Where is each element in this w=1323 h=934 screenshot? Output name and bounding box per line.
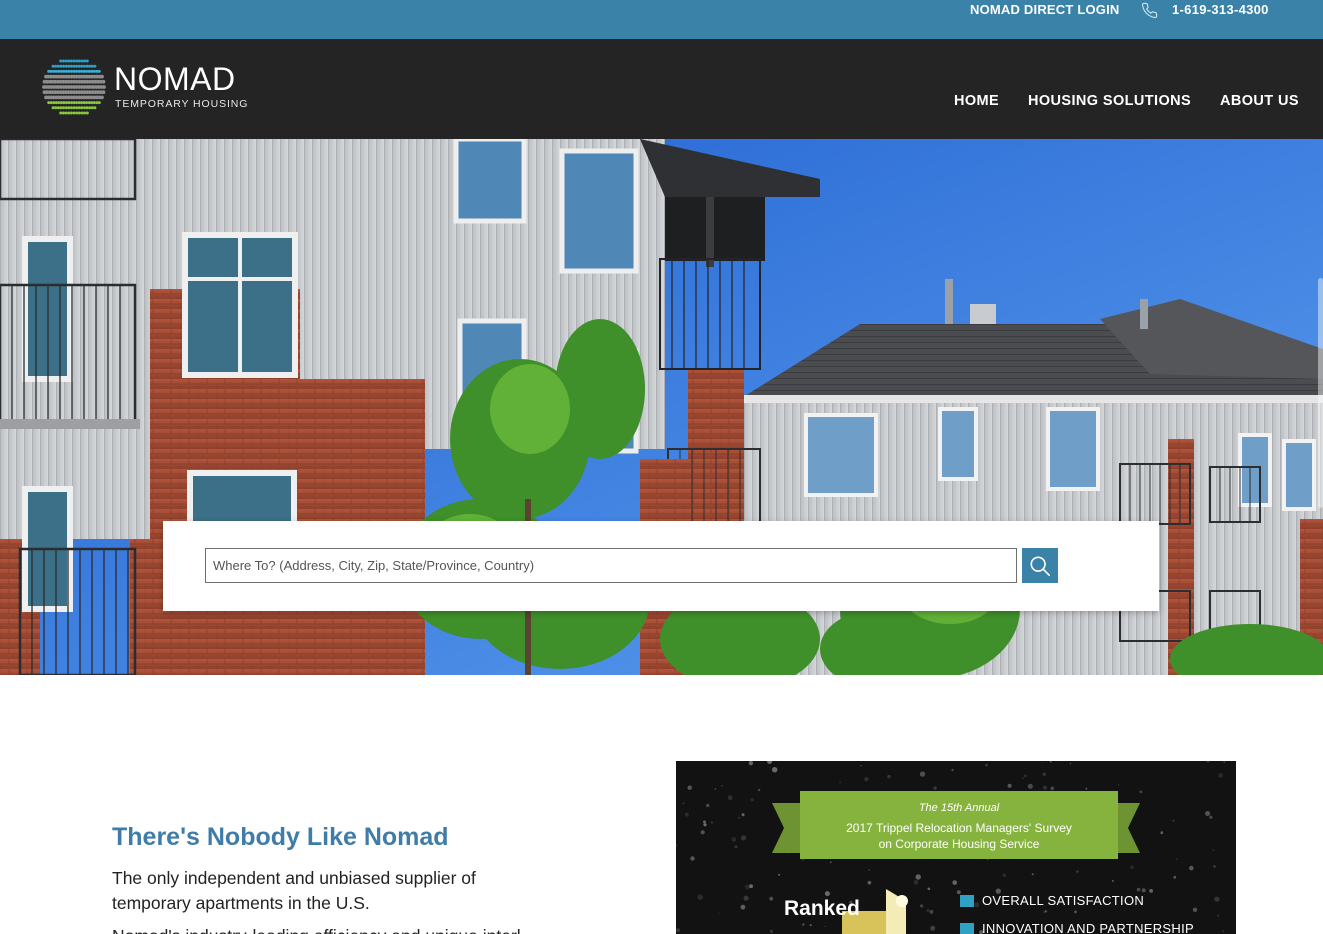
intro-lead: The only independent and unbiased suppli… [112, 868, 476, 913]
award-list-item: INNOVATION AND PARTNERSHIP [982, 921, 1194, 934]
logo-tagline: TEMPORARY HOUSING [115, 98, 249, 110]
phone-icon [1141, 2, 1158, 19]
award-ranked-label: Ranked [784, 897, 860, 920]
nomad-logo[interactable]: NOMAD TEMPORARY HOUSING [42, 55, 257, 119]
utility-bar: NOMAD DIRECT LOGIN 1-619-313-4300 [0, 0, 1323, 39]
intro-heading: There's Nobody Like Nomad [112, 823, 449, 851]
search-icon [1030, 556, 1050, 576]
award-survey-topic: on Corporate Housing Service [878, 837, 1040, 851]
nomad-direct-login-link[interactable]: NOMAD DIRECT LOGIN [970, 2, 1119, 18]
hero-banner [0, 139, 1323, 675]
search-card [163, 521, 1159, 611]
flag-bullet-icon [960, 923, 974, 934]
nav-home[interactable]: HOME [954, 92, 999, 110]
globe-logo-icon [42, 55, 106, 119]
logo-wordmark: NOMAD [114, 61, 236, 97]
award-banner: The 15th Annual 2017 Trippel Relocation … [800, 791, 1118, 861]
award-list-item: OVERALL SATISFACTION [982, 893, 1145, 908]
award-image: The 15th Annual 2017 Trippel Relocation … [676, 761, 1236, 934]
award-survey-name: 2017 Trippel Relocation Managers' Survey [846, 821, 1072, 835]
flag-bullet-icon [960, 895, 974, 907]
intro-body-text: Nomad's industry-leading efficiency and … [112, 924, 532, 934]
phone-number-link[interactable]: 1-619-313-4300 [1172, 2, 1269, 18]
page-scrollbar[interactable] [1318, 278, 1323, 508]
nav-about-us[interactable]: ABOUT US [1220, 92, 1299, 110]
search-button[interactable] [1022, 548, 1058, 583]
award-edition: The 15th Annual [918, 802, 1000, 814]
nav-housing-solutions[interactable]: HOUSING SOLUTIONS [1028, 92, 1191, 110]
site-header: NOMAD TEMPORARY HOUSING HOME HOUSING SOL… [0, 39, 1323, 139]
location-search-input[interactable] [205, 548, 1017, 583]
